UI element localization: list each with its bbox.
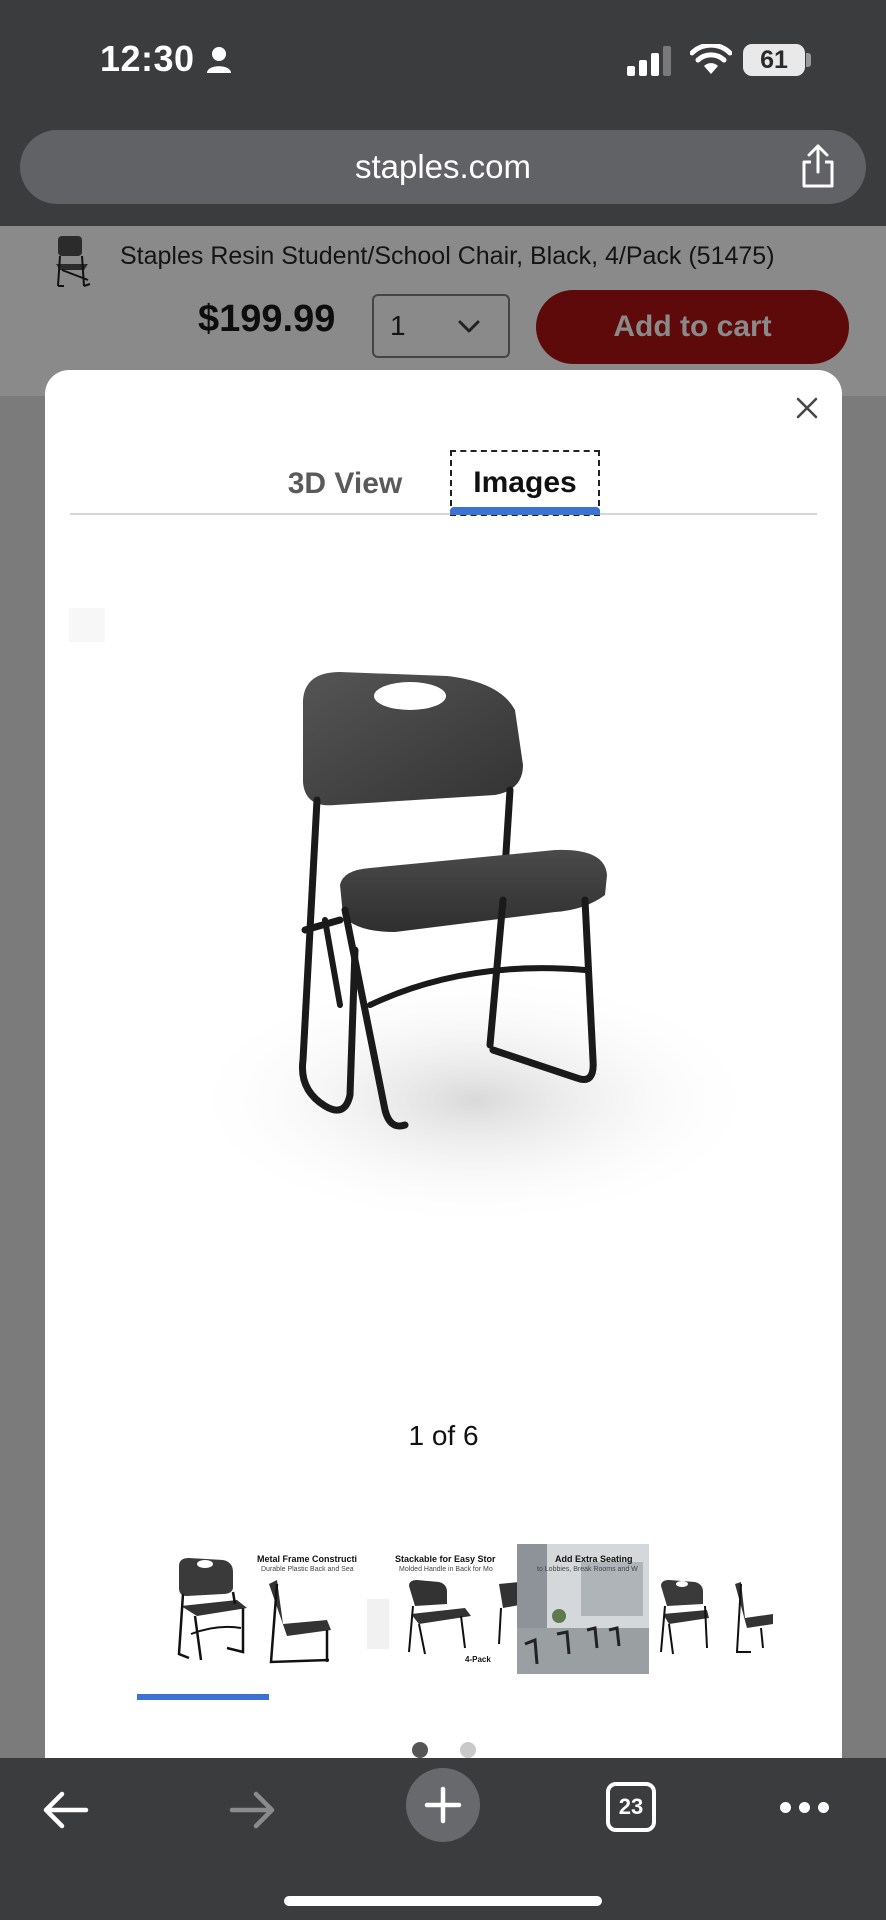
thumbnail-subcaption: to Lobbies, Break Rooms and W [537, 1566, 638, 1573]
thumbnail-2[interactable]: Metal Frame Constructi Durable Plastic B… [257, 1544, 389, 1674]
battery-indicator: 61 [743, 44, 805, 76]
address-text[interactable]: staples.com [20, 148, 866, 186]
thumbnail-4[interactable]: Add Extra Seating to Lobbies, Break Room… [517, 1544, 649, 1674]
chair-thumbnail-image [177, 1558, 247, 1661]
image-loading-placeholder [69, 608, 105, 642]
home-indicator[interactable] [284, 1896, 602, 1906]
chair-side-thumbnail-image [269, 1580, 389, 1664]
active-tab-indicator [450, 507, 600, 515]
product-thumbnail [56, 236, 91, 287]
plus-icon [424, 1786, 462, 1824]
pagination-dots [45, 1742, 842, 1758]
image-counter: 1 of 6 [408, 1420, 479, 1451]
screen: 12:30 61 staples.com Staples Resin Stude… [0, 0, 886, 1920]
signal-icon [627, 46, 671, 76]
battery-nub [806, 53, 811, 67]
back-arrow-icon[interactable] [40, 1788, 90, 1832]
status-time: 12:30 [100, 38, 195, 79]
image-viewer-modal: 3D View Images 1 of 6 Metal Frame Constr… [45, 370, 842, 1760]
pagination-dot[interactable] [411, 1742, 428, 1758]
thumbnail-strip: Metal Frame Constructi Durable Plastic B… [85, 1544, 805, 1724]
browser-chrome: staples.com [0, 120, 886, 226]
forward-arrow-icon[interactable] [228, 1788, 278, 1832]
menu-dot [818, 1802, 829, 1813]
menu-dot [780, 1802, 791, 1813]
product-title: Staples Resin Student/School Chair, Blac… [120, 242, 775, 270]
quantity-select[interactable]: 1 [372, 294, 510, 358]
person-icon [207, 47, 231, 73]
pagination-dot[interactable] [459, 1742, 476, 1758]
stacked-chairs-thumbnail-image: 4-Pack [408, 1580, 525, 1664]
thumbnail-5[interactable] [651, 1544, 773, 1674]
menu-dot [799, 1802, 810, 1813]
battery-level: 61 [760, 45, 788, 74]
thumbnail-1[interactable] [137, 1544, 269, 1674]
wifi-icon [690, 44, 732, 74]
address-bar[interactable]: staples.com [20, 130, 866, 204]
product-price: $199.99 [198, 298, 336, 340]
thumbnail-pack-label: 4-Pack [465, 1655, 491, 1664]
tab-3d-view[interactable]: 3D View [280, 455, 410, 513]
two-chairs-thumbnail-image [660, 1580, 773, 1655]
viewer-tabs: 3D View Images [70, 450, 817, 516]
product-main-image[interactable] [165, 670, 785, 1290]
new-tab-button[interactable] [406, 1768, 480, 1842]
selected-thumbnail-indicator [137, 1694, 269, 1700]
thumbnail-caption: Add Extra Seating [555, 1554, 633, 1564]
share-icon[interactable] [798, 144, 838, 188]
browser-toolbar: 23 [0, 1758, 886, 1920]
status-bar: 12:30 61 [0, 0, 886, 120]
close-icon[interactable] [791, 392, 823, 424]
tab-switcher-button[interactable]: 23 [606, 1782, 656, 1832]
thumbnail-3[interactable]: Stackable for Easy Stor Molded Handle in… [395, 1544, 527, 1674]
chevron-down-icon [458, 320, 480, 333]
add-to-cart-button[interactable]: Add to cart [536, 290, 849, 364]
more-menu-icon[interactable] [780, 1802, 829, 1813]
quantity-value: 1 [390, 310, 406, 341]
